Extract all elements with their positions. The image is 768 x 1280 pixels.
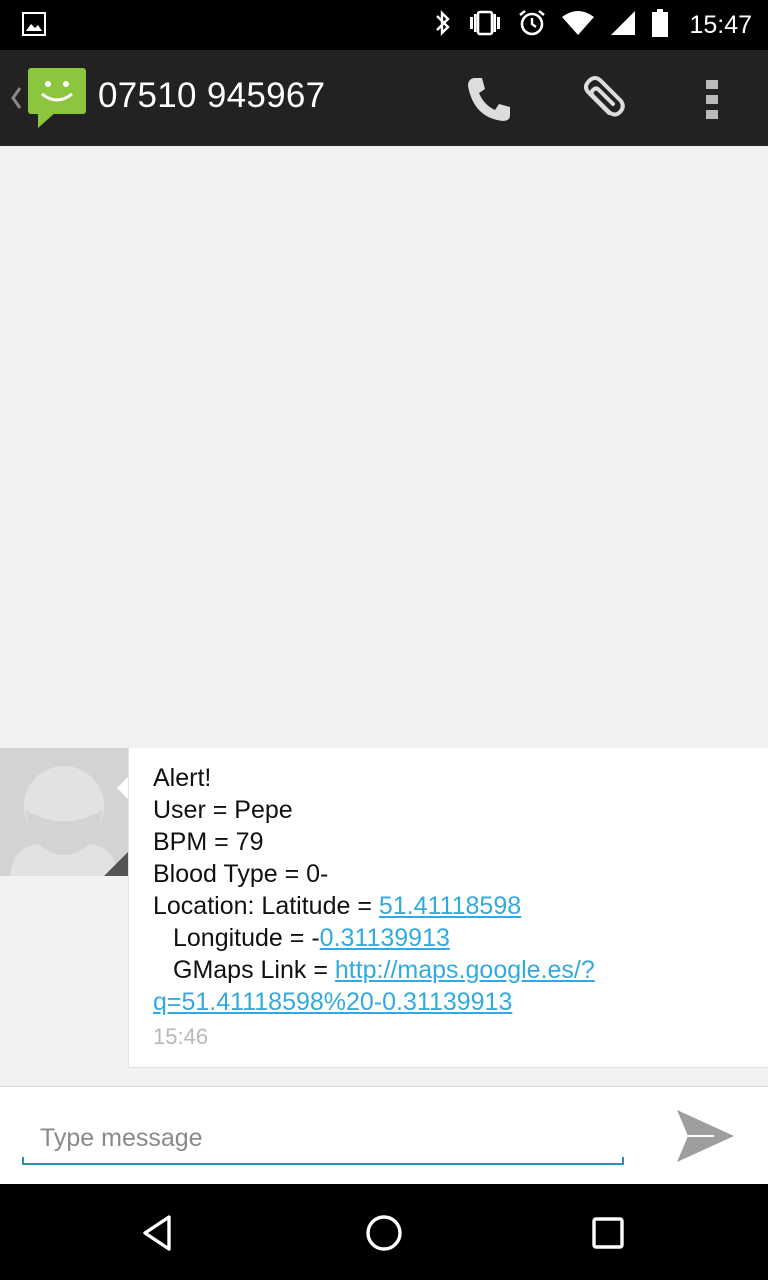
bluetooth-icon [433,9,453,41]
gmaps-link[interactable]: http://maps.google.es/? [335,956,595,984]
back-chevron-icon[interactable] [6,80,26,116]
conversation-list[interactable]: Alert! User = Pepe BPM = 79 Blood Type =… [0,146,768,1086]
message-line-longitude: Longitude = -0.31139913 [153,922,753,954]
message-line-latitude: Location: Latitude = 51.41118598 [153,890,753,922]
message-input[interactable] [40,1121,610,1155]
action-bar: 07510 945967 [0,50,768,146]
home-nav-icon[interactable] [359,1208,409,1258]
overflow-menu-icon[interactable] [682,70,742,130]
gmaps-link-continued[interactable]: q=51.41118598%20-0.31139913 [153,988,512,1016]
contact-avatar[interactable] [0,748,128,876]
attach-icon[interactable] [570,70,630,130]
longitude-link[interactable]: 0.31139913 [320,924,450,952]
compose-field[interactable] [22,1111,624,1165]
message-line: BPM = 79 [153,828,264,856]
messaging-app-icon[interactable] [24,66,90,132]
back-nav-icon[interactable] [134,1208,184,1258]
vibrate-icon [467,9,503,41]
message-line-gmaps-cont: q=51.41118598%20-0.31139913 [153,986,753,1018]
message-line: Alert! [153,764,212,792]
wifi-icon [561,9,595,41]
message-line: Blood Type = 0- [153,860,329,888]
status-bar: 15:47 [0,0,768,50]
alarm-icon [517,8,547,42]
contact-title: 07510 945967 [98,76,326,115]
recents-nav-icon[interactable] [583,1208,633,1258]
status-clock: 15:47 [689,10,752,39]
signal-icon [609,9,637,41]
navigation-bar [0,1184,768,1280]
longitude-label: Longitude = - [173,924,320,952]
battery-icon [651,8,669,42]
gmaps-label: GMaps Link = [173,956,335,984]
phone-icon[interactable] [458,70,518,130]
message-line-gmaps: GMaps Link = http://maps.google.es/? [153,954,753,986]
message-timestamp: 15:46 [153,1024,209,1049]
message-body: Alert! User = Pepe BPM = 79 Blood Type =… [153,762,753,1018]
compose-bar [0,1086,768,1185]
latitude-label: Location: Latitude = [153,892,379,920]
message-line: User = Pepe [153,796,293,824]
latitude-link[interactable]: 51.41118598 [379,892,521,920]
message-bubble[interactable]: Alert! User = Pepe BPM = 79 Blood Type =… [128,748,768,1068]
send-icon[interactable] [672,1105,738,1167]
message-item[interactable]: Alert! User = Pepe BPM = 79 Blood Type =… [0,748,768,1068]
image-notification-icon [22,12,46,40]
